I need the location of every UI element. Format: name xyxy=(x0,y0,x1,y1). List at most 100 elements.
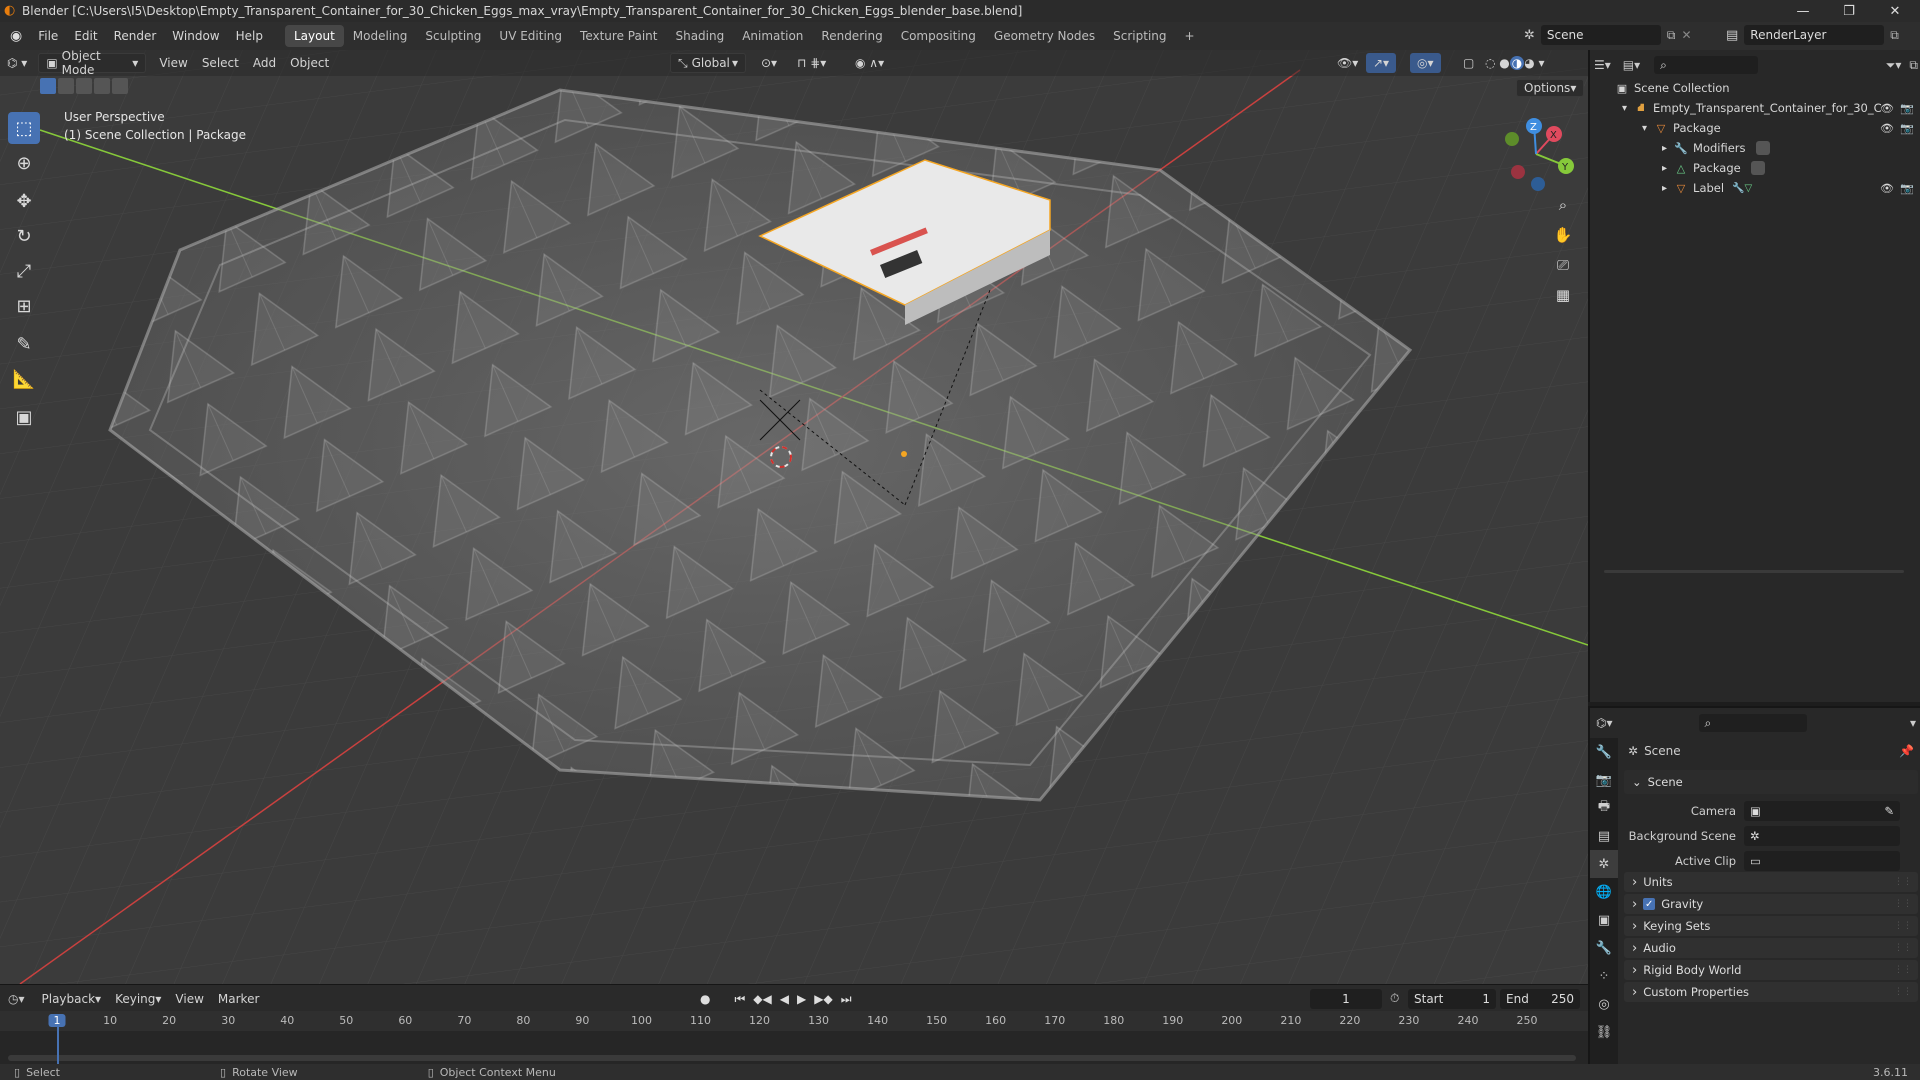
minimize-button[interactable]: — xyxy=(1780,0,1826,22)
record-icon[interactable]: ● xyxy=(700,992,710,1006)
zoom-icon[interactable]: ⌕ xyxy=(1550,192,1576,218)
pivot-point-icon[interactable]: ⊙▾ xyxy=(754,53,784,73)
property-value-input[interactable]: ▭ xyxy=(1744,851,1900,871)
viewport-menu-select[interactable]: Select xyxy=(195,53,246,73)
scene-selector[interactable]: Scene xyxy=(1540,25,1661,45)
render-camera-icon[interactable]: 📷 xyxy=(1900,182,1914,195)
frame-ruler[interactable]: 1 10 20 30 40 50 60 70 80 90 100 110 120 130 140 150 160… xyxy=(0,1011,1588,1031)
render-tab-icon[interactable]: 📷 xyxy=(1590,766,1618,794)
viewport-menu-object[interactable]: Object xyxy=(283,53,336,73)
display-mode-icon[interactable]: ▤▾ xyxy=(1623,58,1640,72)
timeline-menu-marker[interactable]: Marker xyxy=(211,989,266,1009)
outliner-item[interactable]: ▸ ▽ Label 👁 📷 🔧▽ xyxy=(1590,178,1920,198)
drag-handle-icon[interactable]: ⋮⋮ xyxy=(1894,921,1912,931)
visibility-eye-icon[interactable]: 👁 xyxy=(1880,102,1894,115)
navigation-gizmo[interactable]: X Y Z xyxy=(1496,114,1576,194)
viewport-menu-add[interactable]: Add xyxy=(246,53,283,73)
chevron-right-icon[interactable]: ▸ xyxy=(1662,143,1667,154)
prev-keyframe-icon[interactable]: ◆◀ xyxy=(753,992,771,1006)
delete-scene-icon[interactable]: ✕ xyxy=(1681,28,1691,42)
tab-layout[interactable]: Layout xyxy=(284,25,344,47)
visibility-eye-icon[interactable]: 👁 xyxy=(1880,182,1894,195)
proportional-edit-icon[interactable]: ◉ ∧▾ xyxy=(848,53,891,73)
gizmo-toggle-icon[interactable]: ↗▾ xyxy=(1366,53,1397,73)
shading-modes[interactable]: ◌ ● ◑ ◕ ▾ xyxy=(1478,53,1552,73)
property-value-input[interactable]: ▣ ✎ xyxy=(1744,801,1900,821)
panel-gravity[interactable]: › ✓ Gravity ⋮⋮ xyxy=(1624,894,1918,914)
modifier-tab-icon[interactable]: 🔧 xyxy=(1590,934,1618,962)
maximize-button[interactable]: ❐ xyxy=(1826,0,1872,22)
menu-file[interactable]: File xyxy=(30,24,66,48)
timeline-menu-playback[interactable]: Playback ▾ xyxy=(35,989,109,1009)
menu-render[interactable]: Render xyxy=(106,24,165,48)
options-button[interactable]: Options ▾ xyxy=(1516,79,1585,97)
next-keyframe-icon[interactable]: ▶◆ xyxy=(814,992,832,1006)
outliner-item[interactable]: ▸ △ Package xyxy=(1590,158,1920,178)
close-button[interactable]: ✕ xyxy=(1872,0,1918,22)
pin-icon[interactable]: 📌 xyxy=(1899,744,1914,758)
viewport-canvas[interactable] xyxy=(0,50,1588,984)
constraints-tab-icon[interactable]: ⛓ xyxy=(1590,1018,1618,1046)
mode-dropdown[interactable]: ▣ Object Mode ▾ xyxy=(38,49,147,77)
scene-tab-icon[interactable]: ✲ xyxy=(1590,850,1618,878)
tab-animation[interactable]: Animation xyxy=(733,25,812,47)
stopwatch-icon[interactable]: ⏱ xyxy=(1390,991,1399,1006)
render-camera-icon[interactable]: 📷 xyxy=(1900,122,1914,135)
cursor-icon[interactable]: ⊕ xyxy=(8,147,40,179)
timeline-editor-icon[interactable]: ◷▾ xyxy=(8,992,25,1006)
render-camera-icon[interactable]: 📷 xyxy=(1900,102,1914,115)
scene-collection-row[interactable]: ▣ Scene Collection xyxy=(1590,78,1920,98)
world-tab-icon[interactable]: 🌐 xyxy=(1590,878,1618,906)
tab-rendering[interactable]: Rendering xyxy=(812,25,891,47)
timeline-menu-view[interactable]: View xyxy=(168,989,210,1009)
chevron-down-icon[interactable]: ▾ xyxy=(1642,123,1647,134)
physics-tab-icon[interactable]: ◎ xyxy=(1590,990,1618,1018)
drag-handle-icon[interactable]: ⋮⋮ xyxy=(1894,877,1912,887)
play-icon[interactable]: ▶ xyxy=(797,992,806,1006)
menu-help[interactable]: Help xyxy=(228,24,271,48)
drag-handle-icon[interactable]: ⋮⋮ xyxy=(1894,899,1912,909)
menu-window[interactable]: Window xyxy=(164,24,227,48)
gravity-checkbox[interactable]: ✓ xyxy=(1643,898,1656,910)
tab-texture-paint[interactable]: Texture Paint xyxy=(571,25,666,47)
tab-shading[interactable]: Shading xyxy=(666,25,733,47)
panel-keying-sets[interactable]: › Keying Sets ⋮⋮ xyxy=(1624,916,1918,936)
outliner-search-input[interactable]: ⌕ xyxy=(1654,56,1759,74)
editor-type-icon[interactable]: ⌬ ▾ xyxy=(0,53,34,73)
menu-edit[interactable]: Edit xyxy=(66,24,105,48)
filter-icon[interactable]: ⏷▾ xyxy=(1886,58,1902,73)
snap-icon[interactable]: ⊓ ⋕▾ xyxy=(790,53,833,73)
jump-start-icon[interactable]: ⏮ xyxy=(734,992,745,1007)
panel-audio[interactable]: › Audio ⋮⋮ xyxy=(1624,938,1918,958)
overlays-icon[interactable]: ◎▾ xyxy=(1410,53,1441,73)
scene-section-header[interactable]: ⌄ Scene xyxy=(1624,770,1918,794)
chevron-right-icon[interactable]: ▸ xyxy=(1662,183,1667,194)
select-new-icon[interactable] xyxy=(40,78,56,94)
drag-handle-icon[interactable]: ⋮⋮ xyxy=(1894,987,1912,997)
panel-rigid-body-world[interactable]: › Rigid Body World ⋮⋮ xyxy=(1624,960,1918,980)
outliner-scrollbar[interactable] xyxy=(1604,570,1904,573)
viewport-menu-view[interactable]: View xyxy=(152,53,194,73)
visibility-icon[interactable]: 👁▾ xyxy=(1330,53,1365,73)
transform-orientation-dropdown[interactable]: ⤡ Global ▾ xyxy=(670,53,746,73)
keyframe-area[interactable] xyxy=(0,1031,1588,1065)
tab-modeling[interactable]: Modeling xyxy=(344,25,417,47)
properties-options-icon[interactable]: ▾ xyxy=(1910,716,1916,730)
tab-scripting[interactable]: Scripting xyxy=(1104,25,1175,47)
panel-custom-properties[interactable]: › Custom Properties ⋮⋮ xyxy=(1624,982,1918,1002)
output-tab-icon[interactable]: 🖶 xyxy=(1590,794,1618,822)
visibility-eye-icon[interactable]: 👁 xyxy=(1880,122,1894,135)
tab-sculpting[interactable]: Sculpting xyxy=(416,25,490,47)
object-tab-icon[interactable]: ▣ xyxy=(1590,906,1618,934)
camera-view-icon[interactable]: ⎚ xyxy=(1550,252,1576,278)
chevron-down-icon[interactable]: ▾ xyxy=(1622,103,1627,114)
select-subtract-icon[interactable] xyxy=(76,78,92,94)
new-scene-icon[interactable]: ⧉ xyxy=(1667,28,1676,43)
transform-icon[interactable]: ⊞ xyxy=(8,290,40,322)
eyedropper-icon[interactable]: ✎ xyxy=(1884,804,1894,818)
select-box-icon[interactable]: ⬚ xyxy=(8,112,40,144)
tab-geometry-nodes[interactable]: Geometry Nodes xyxy=(985,25,1104,47)
property-value-input[interactable]: ✲ xyxy=(1744,826,1900,846)
select-invert-icon[interactable] xyxy=(94,78,110,94)
blender-menu-icon[interactable]: ◉ xyxy=(10,28,22,44)
